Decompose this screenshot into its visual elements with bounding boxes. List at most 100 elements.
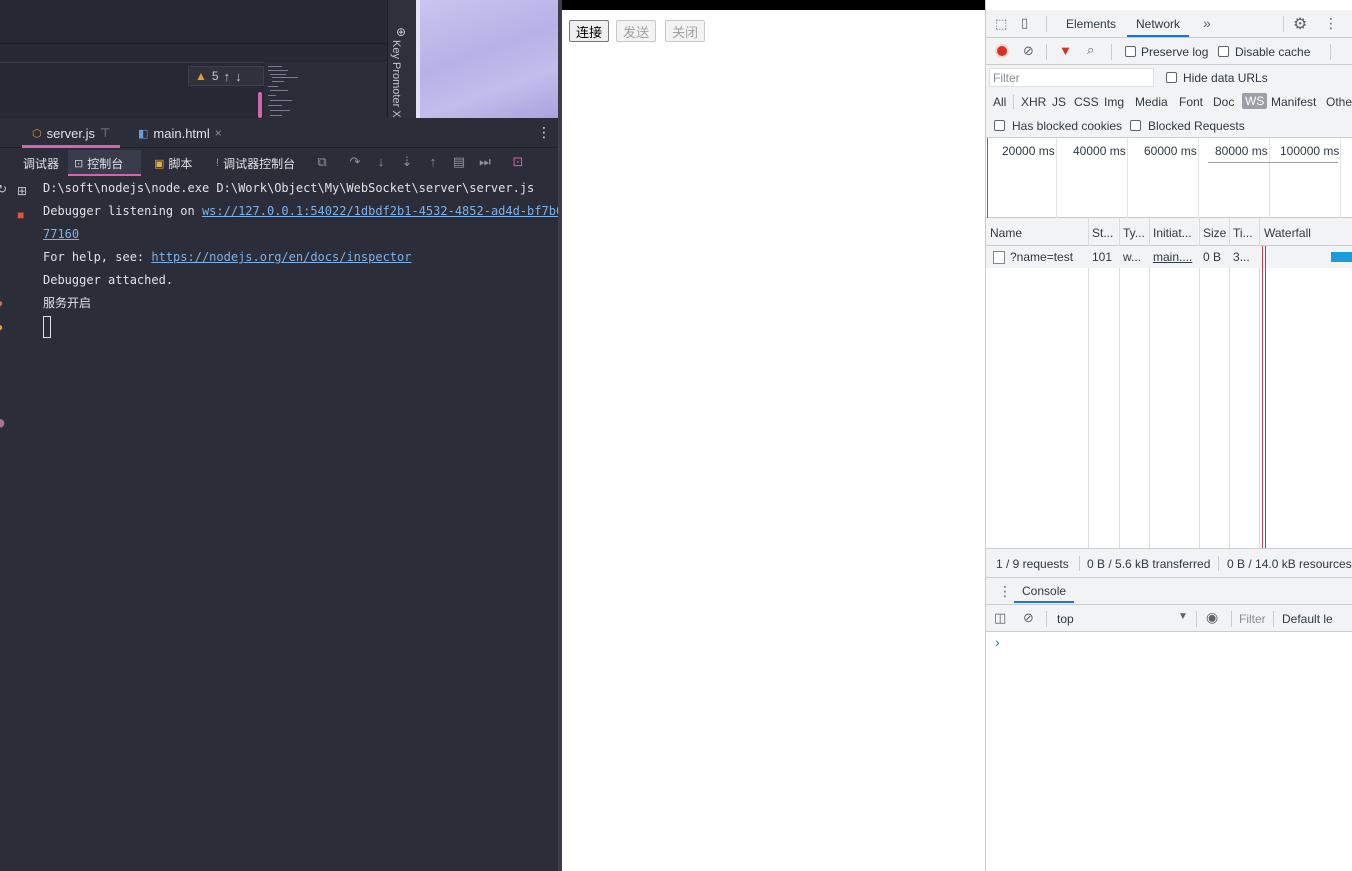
- tab-elements[interactable]: Elements: [1066, 10, 1116, 37]
- tab-label: server.js: [46, 125, 96, 141]
- add-icon[interactable]: ⊞: [17, 184, 27, 198]
- console-input-line[interactable]: [43, 316, 558, 339]
- filter-type-media[interactable]: Media: [1135, 95, 1168, 109]
- timeline-tick: 80000 ms: [1215, 144, 1268, 158]
- filter-type-ws[interactable]: WS: [1242, 93, 1268, 109]
- device-toolbar-icon[interactable]: ▯: [1021, 15, 1028, 31]
- table-header: Name St... Ty... Initiat... Size Ti... W…: [986, 218, 1352, 246]
- tab-server-js[interactable]: ⬡ server.js ⊤: [22, 118, 121, 148]
- close-icon[interactable]: ×: [215, 126, 222, 140]
- filter-icon[interactable]: ▼: [1059, 43, 1072, 58]
- console-filter-input[interactable]: Filter: [1239, 612, 1266, 626]
- globe-icon: ⊕: [396, 25, 407, 39]
- has-blocked-cookies-checkbox[interactable]: [994, 120, 1005, 131]
- debugger-ws-link-cont[interactable]: 77160: [43, 227, 79, 241]
- kebab-menu-icon[interactable]: ⋮: [1324, 15, 1338, 32]
- debugger-ws-link[interactable]: ws://127.0.0.1:54022/1dbdf2b1-4532-4852-…: [202, 204, 558, 218]
- console-gutter: ↻ ⊞ ■ ● ● ●: [0, 176, 36, 871]
- drawer-menu-icon[interactable]: ⋮: [998, 583, 1012, 600]
- sidebar-toggle-icon[interactable]: ◫: [994, 610, 1006, 626]
- disable-cache-checkbox[interactable]: [1218, 46, 1229, 57]
- tab-debugger[interactable]: 调试器: [17, 150, 65, 176]
- tab-debugger-console[interactable]: ! 调试器控制台: [210, 150, 301, 176]
- run-to-cursor-icon[interactable]: ⏭: [476, 153, 494, 171]
- code-minimap[interactable]: [258, 62, 386, 118]
- tab-console-drawer[interactable]: Console: [1014, 578, 1075, 603]
- avatar[interactable]: ●: [0, 412, 6, 435]
- copy-icon[interactable]: ⧉: [313, 153, 331, 171]
- desktop-wallpaper: [416, 0, 558, 118]
- column-time[interactable]: Ti...: [1233, 226, 1253, 240]
- devtools-tab-bar: ⬚ ▯ Elements Network » ⚙ ⋮: [986, 10, 1352, 38]
- arrow-down-icon[interactable]: ↓: [235, 69, 242, 84]
- more-icon[interactable]: ⋮: [537, 124, 551, 141]
- column-name[interactable]: Name: [990, 226, 1022, 240]
- filter-type-img[interactable]: Img: [1104, 95, 1124, 109]
- requests-count: 1 / 9 requests: [996, 557, 1069, 571]
- rerun-icon[interactable]: ↻: [0, 182, 7, 196]
- tab-scripts[interactable]: ▣ 脚本: [148, 150, 198, 176]
- breakpoint-icon[interactable]: ●: [0, 296, 3, 310]
- alert-icon: !: [216, 157, 220, 169]
- tab-network[interactable]: Network: [1127, 10, 1190, 37]
- step-over-icon[interactable]: ↷: [346, 153, 364, 171]
- text-cursor: [43, 316, 51, 338]
- frames-icon[interactable]: ▤: [450, 153, 468, 171]
- console-icon: ⊡: [74, 157, 84, 170]
- hide-data-urls-checkbox[interactable]: [1166, 72, 1177, 83]
- pin-icon[interactable]: ⊤: [100, 126, 110, 140]
- search-icon[interactable]: ⌕: [1087, 42, 1094, 58]
- network-overview[interactable]: 20000 ms 40000 ms 60000 ms 80000 ms 1000…: [986, 138, 1352, 218]
- console-prompt-area[interactable]: ›: [986, 632, 1352, 871]
- column-status[interactable]: St...: [1092, 226, 1113, 240]
- filter-type-doc[interactable]: Doc: [1213, 95, 1234, 109]
- inspect-icon[interactable]: ⬚: [995, 16, 1007, 32]
- filter-type-xhr[interactable]: XHR: [1021, 95, 1046, 109]
- preserve-log-checkbox[interactable]: [1125, 46, 1136, 57]
- step-out-icon[interactable]: ↑: [424, 153, 442, 171]
- delete-icon[interactable]: ■: [17, 208, 24, 222]
- send-button[interactable]: 发送: [616, 20, 657, 42]
- close-button[interactable]: 关闭: [665, 20, 706, 42]
- column-type[interactable]: Ty...: [1123, 226, 1145, 240]
- resource-type-filters: All XHR JS CSS Img Media Font Doc WS Man…: [986, 90, 1352, 114]
- tab-console[interactable]: ⊡ 控制台: [68, 150, 141, 176]
- connect-button[interactable]: 连接: [569, 20, 610, 42]
- blocked-filters: Has blocked cookies Blocked Requests: [986, 114, 1352, 138]
- chevron-down-icon[interactable]: ▼: [1178, 611, 1188, 622]
- filter-type-other[interactable]: Othe: [1326, 95, 1352, 109]
- tab-label: 控制台: [87, 156, 124, 171]
- step-into-icon[interactable]: ↓: [372, 153, 390, 171]
- eye-icon[interactable]: ◉: [1206, 609, 1218, 626]
- filter-type-js[interactable]: JS: [1052, 95, 1066, 109]
- cell-type: w...: [1123, 250, 1142, 264]
- filter-type-font[interactable]: Font: [1179, 95, 1203, 109]
- cell-initiator-link[interactable]: main....: [1153, 250, 1197, 264]
- docs-link[interactable]: https://nodejs.org/en/docs/inspector: [151, 250, 411, 264]
- column-size[interactable]: Size: [1203, 226, 1226, 240]
- blocked-requests-checkbox[interactable]: [1130, 120, 1141, 131]
- log-levels-select[interactable]: Default lе: [1282, 612, 1333, 626]
- arrow-up-icon[interactable]: ↑: [224, 69, 231, 84]
- gear-icon[interactable]: ⚙: [1293, 14, 1307, 34]
- filter-type-css[interactable]: CSS: [1074, 95, 1099, 109]
- inspection-widget[interactable]: ▲ 5 ↑ ↓: [188, 66, 264, 86]
- clear-console-icon[interactable]: ⊘: [1023, 610, 1034, 626]
- tab-main-html[interactable]: ◧ main.html ×: [138, 118, 222, 148]
- key-promoter-panel[interactable]: ⊕ Key Promoter X: [387, 0, 416, 118]
- record-icon[interactable]: [995, 44, 1009, 58]
- filter-type-all[interactable]: All: [993, 95, 1006, 109]
- column-initiator[interactable]: Initiat...: [1153, 226, 1192, 240]
- timeline-tick: 60000 ms: [1144, 144, 1197, 158]
- column-waterfall[interactable]: Waterfall: [1264, 226, 1311, 240]
- preserve-log-label: Preserve log: [1141, 45, 1209, 59]
- more-tabs-icon[interactable]: »: [1203, 15, 1211, 31]
- force-step-into-icon[interactable]: ⇣: [398, 153, 416, 171]
- filter-input[interactable]: [989, 68, 1154, 87]
- blocked-requests-label: Blocked Requests: [1148, 119, 1245, 133]
- evaluate-icon[interactable]: ⊡: [509, 153, 527, 171]
- clear-icon[interactable]: ⊘: [1023, 43, 1034, 59]
- context-select[interactable]: top: [1057, 612, 1074, 626]
- table-row[interactable]: ?name=test 101 w... main.... 0 B 3...: [986, 246, 1352, 268]
- filter-type-manifest[interactable]: Manifest: [1271, 95, 1316, 109]
